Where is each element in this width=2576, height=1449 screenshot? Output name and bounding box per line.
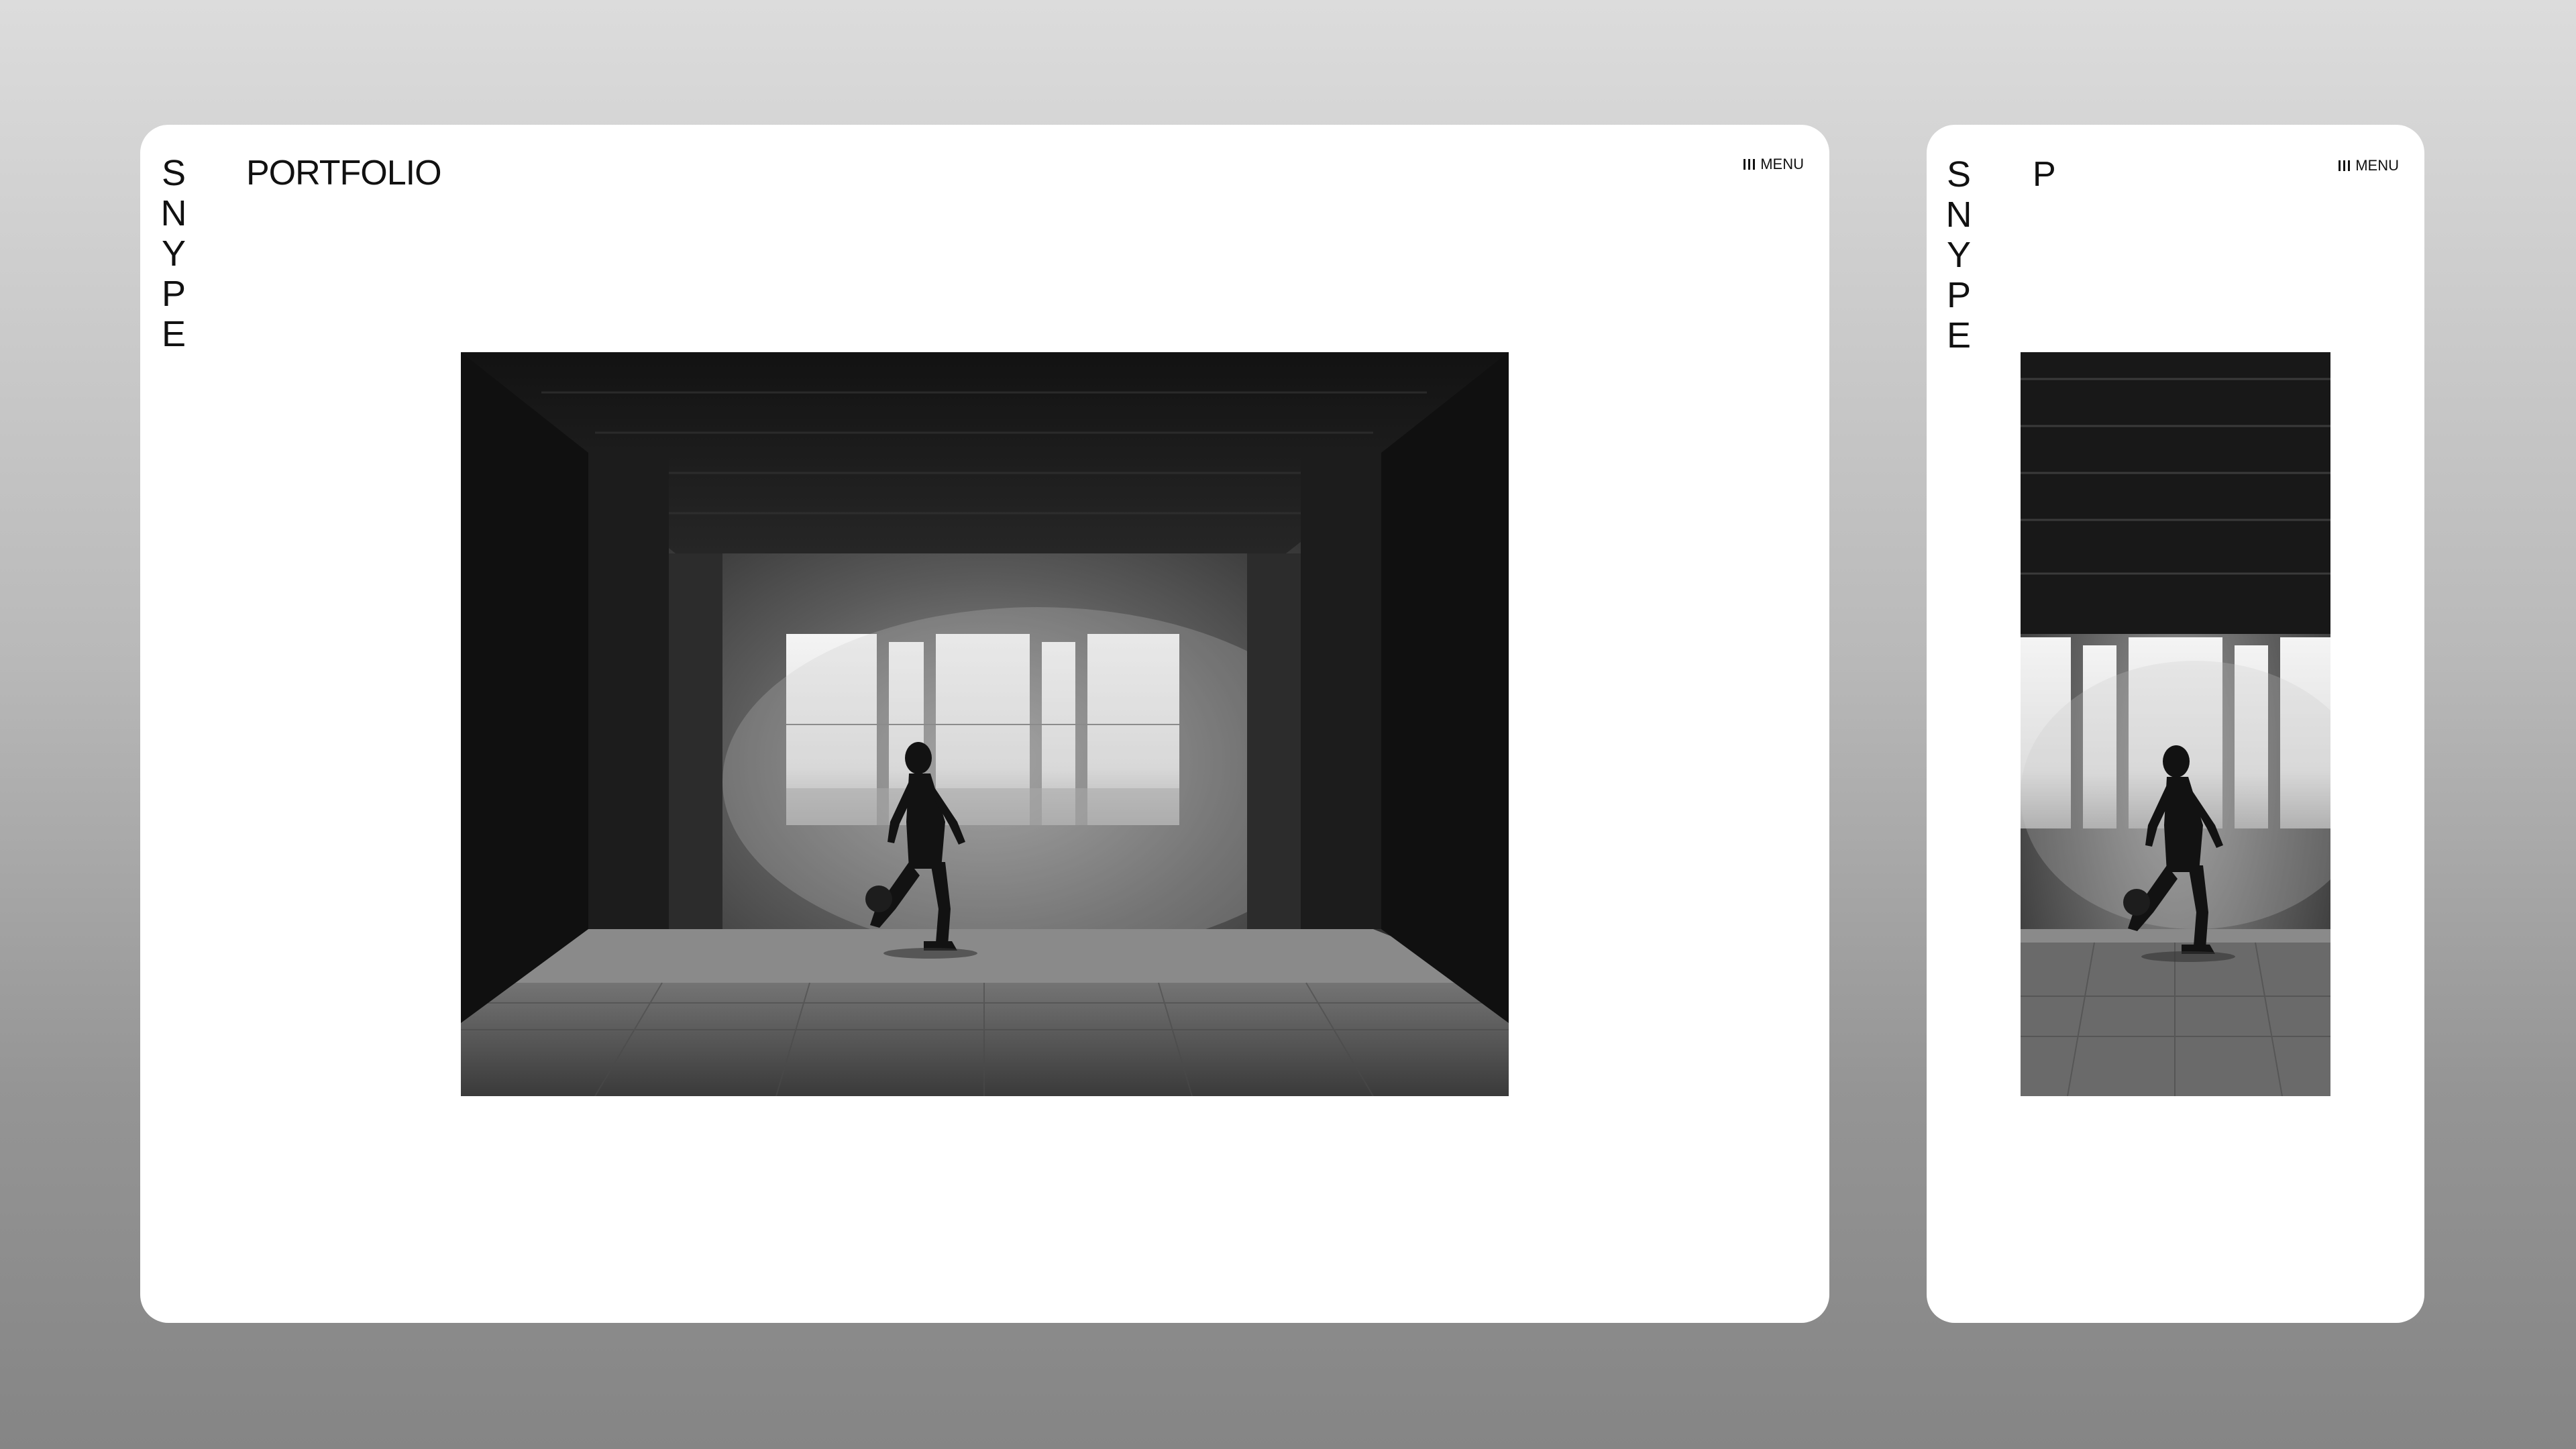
menu-button[interactable]: MENU (2339, 157, 2399, 174)
vertical-logo[interactable]: S N Y P E (154, 153, 194, 354)
mobile-preview-card: S N Y P E P MENU (1927, 125, 2424, 1323)
menu-button[interactable]: MENU (1743, 156, 1804, 173)
three-bars-icon (1743, 159, 1756, 170)
logo-letter: Y (1946, 235, 1972, 275)
logo-letter: S (1946, 154, 1972, 195)
page-title: PORTFOLIO (246, 154, 442, 193)
logo-letter: E (161, 314, 186, 354)
logo-letter: Y (161, 233, 186, 274)
page-title: P (2033, 155, 2056, 194)
logo-letter: P (161, 274, 186, 314)
hero-photo (461, 352, 1509, 1096)
hero-photo (2021, 352, 2330, 1096)
three-bars-icon (2339, 160, 2351, 171)
soccer-player-silhouette-photo (2021, 352, 2330, 1096)
logo-letter: N (160, 193, 187, 233)
soccer-player-silhouette-photo (461, 352, 1509, 1096)
logo-letter: P (1946, 275, 1972, 315)
desktop-preview-card: S N Y P E PORTFOLIO MENU (140, 125, 1829, 1323)
vertical-logo[interactable]: S N Y P E (1939, 154, 1979, 356)
menu-label: MENU (1760, 156, 1804, 172)
logo-letter: N (1945, 195, 1972, 235)
menu-label: MENU (2355, 157, 2399, 174)
logo-letter: S (161, 153, 186, 193)
logo-letter: E (1946, 315, 1972, 356)
